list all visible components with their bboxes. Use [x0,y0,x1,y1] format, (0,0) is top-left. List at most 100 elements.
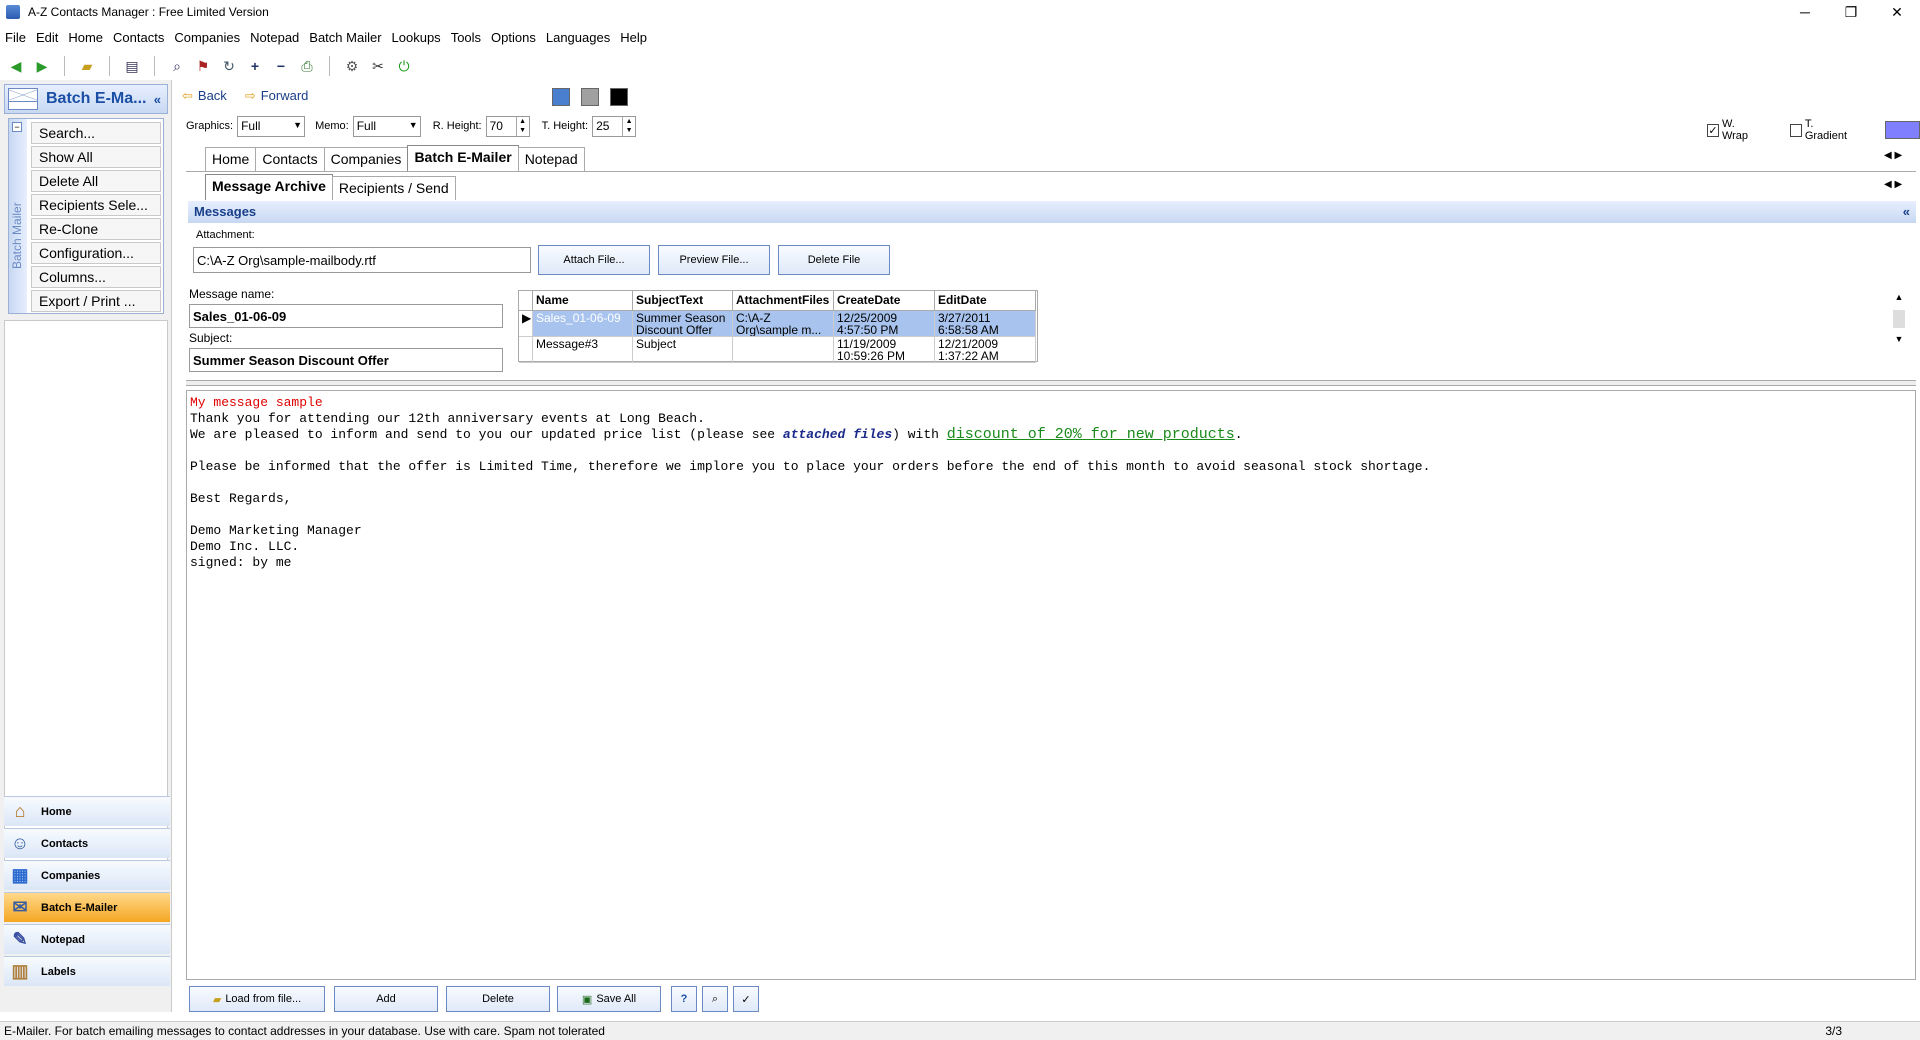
minimize-icon[interactable]: ─ [1782,0,1828,24]
color-swatch-gray[interactable] [581,88,599,106]
menu-tools[interactable]: Tools [446,30,486,45]
power-icon[interactable]: ⏻ [394,56,414,76]
nav-batch-emailer[interactable]: ✉ Batch E-Mailer [4,892,170,922]
tools-icon[interactable]: ✂ [368,56,388,76]
menu-languages[interactable]: Languages [541,30,615,45]
t-height-spinner[interactable]: 25 ▲ ▼ [592,115,637,137]
configuration-button[interactable]: Configuration... [31,242,161,264]
forward-link[interactable]: ⇨ Forward [245,88,309,104]
t-gradient-checkbox[interactable] [1789,123,1802,137]
nav-notepad[interactable]: ✎ Notepad [4,924,170,954]
save-all-button[interactable]: ▣ Save All [557,986,661,1012]
menu-notepad[interactable]: Notepad [245,30,304,45]
subject-label: Subject: [189,331,233,345]
recipients-select-button[interactable]: Recipients Sele... [31,194,161,216]
spellcheck-icon[interactable]: ✓ [733,986,759,1012]
menu-batch-mailer[interactable]: Batch Mailer [304,30,386,45]
menu-edit[interactable]: Edit [31,30,63,45]
add-icon[interactable]: + [245,56,265,76]
search-icon[interactable]: ⌕ [167,56,187,76]
collapse-icon[interactable]: « [154,92,161,107]
message-editor[interactable]: My message sample Thank you for attendin… [186,390,1916,980]
re-clone-button[interactable]: Re-Clone [31,218,161,240]
remove-icon[interactable]: − [271,56,291,76]
tab-batch-emailer[interactable]: Batch E-Mailer [407,145,519,171]
show-all-button[interactable]: Show All [31,146,161,168]
table-row[interactable]: Message#3 Subject 11/19/2009 10:59:26 PM… [519,337,1037,363]
menu-options[interactable]: Options [486,30,541,45]
memo-select[interactable]: Full ▼ [352,115,421,137]
menu-home[interactable]: Home [63,30,108,45]
tab-recipients-send[interactable]: Recipients / Send [331,176,456,200]
tab-notepad[interactable]: Notepad [517,147,585,171]
color-swatch-blue[interactable] [552,88,570,106]
table-row[interactable]: ▶ Sales_01-06-09 Summer Season Discount … [519,311,1037,337]
column-header-subjecttext[interactable]: SubjectText [633,291,733,311]
back-arrow-icon[interactable]: ◀ [6,56,26,76]
delete-file-button[interactable]: Delete File [778,245,890,275]
chevron-down-icon: ▼ [293,119,303,130]
graphics-select[interactable]: Full ▼ [237,115,306,137]
color-swatches [552,88,628,106]
attach-file-button[interactable]: Attach File... [538,245,650,275]
column-header-attachmentfiles[interactable]: AttachmentFiles [733,291,834,311]
envelope-icon: ✉ [12,897,28,917]
color-swatch-black[interactable] [610,88,628,106]
back-link[interactable]: ⇦ Back [182,88,227,104]
preview-file-button[interactable]: Preview File... [658,245,770,275]
menu-contacts[interactable]: Contacts [108,30,169,45]
open-folder-icon[interactable]: ▰ [77,56,97,76]
nav-home[interactable]: ⌂ Home [4,796,170,826]
filter-icon[interactable]: ⚑ [193,56,213,76]
delete-button[interactable]: Delete [446,986,550,1012]
tab-companies[interactable]: Companies [323,147,409,171]
options-bar: Graphics: Full ▼ Memo: Full ▼ R. Height: 7… [186,114,637,138]
tab-message-archive[interactable]: Message Archive [205,174,333,200]
menu-lookups[interactable]: Lookups [387,30,446,45]
delete-all-button[interactable]: Delete All [31,170,161,192]
add-button[interactable]: Add [334,986,438,1012]
restore-icon[interactable]: ❐ [1828,0,1874,24]
status-text: E-Mailer. For batch emailing messages to… [4,1024,605,1038]
messages-section-bar: Messages « [188,201,1916,223]
book-icon[interactable]: ▤ [122,56,142,76]
refresh-icon[interactable]: ↻ [219,56,239,76]
action-panel: − Batch Mailer Search... Show All Delete… [8,118,164,314]
grid-scrollbar[interactable]: ▲ ▼ [1892,290,1906,366]
forward-arrow-icon[interactable]: ▶ [32,56,52,76]
help-icon[interactable]: ? [671,986,697,1012]
menu-companies[interactable]: Companies [169,30,245,45]
menu-file[interactable]: File [0,30,31,45]
load-from-file-button[interactable]: ▰ Load from file... [189,986,325,1012]
menu-help[interactable]: Help [615,30,652,45]
editor-splitter[interactable] [186,380,1916,386]
subtab-scroll-arrows[interactable]: ◀ ▶ [1884,179,1902,190]
nav-labels[interactable]: ▥ Labels [4,956,170,986]
tab-home[interactable]: Home [205,147,257,171]
print-icon[interactable]: ⎙ [297,56,317,76]
row-indicator-icon: ▶ [519,311,533,337]
close-icon[interactable]: ✕ [1874,0,1920,24]
collapse-icon[interactable]: « [1903,201,1910,223]
gradient-color-swatch[interactable] [1885,121,1920,139]
column-header-name[interactable]: Name [533,291,633,311]
r-height-spinner[interactable]: 70 ▲ ▼ [485,115,530,137]
search-button[interactable]: Search... [31,122,161,144]
window-title: A-Z Contacts Manager : Free Limited Vers… [28,5,269,19]
column-header-createdate[interactable]: CreateDate [834,291,935,311]
editor-line: Demo Marketing Manager [190,523,362,538]
settings-icon[interactable]: ⚙ [342,56,362,76]
tab-contacts[interactable]: Contacts [255,147,325,171]
nav-contacts[interactable]: ☺ Contacts [4,828,170,858]
message-name-input[interactable]: Sales_01-06-09 [189,304,503,328]
subject-input[interactable]: Summer Season Discount Offer [189,348,503,372]
attachment-input[interactable]: C:\A-Z Org\sample-mailbody.rtf [193,247,531,273]
tab-scroll-arrows[interactable]: ◀ ▶ [1884,150,1902,161]
column-header-editdate[interactable]: EditDate [935,291,1036,311]
columns-button[interactable]: Columns... [31,266,161,288]
search-icon[interactable]: ⌕ [702,986,728,1012]
minimize-group-icon[interactable]: − [12,122,22,132]
export-print-button[interactable]: Export / Print ... [31,290,161,312]
nav-companies[interactable]: ▦ Companies [4,860,170,890]
w-wrap-checkbox[interactable]: ✓ [1707,123,1719,137]
